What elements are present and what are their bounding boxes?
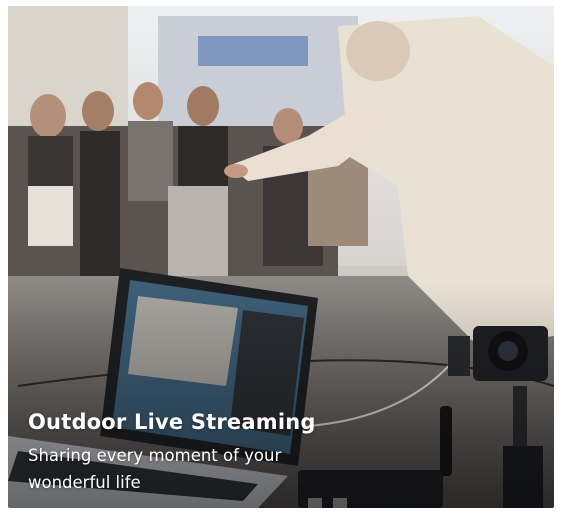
card-caption: Outdoor Live Streaming Sharing every mom… [28, 410, 348, 496]
feature-card: Outdoor Live Streaming Sharing every mom… [8, 6, 554, 508]
card-subtitle-line-2: wonderful life [28, 473, 141, 492]
card-subtitle: Sharing every moment of your wonderful l… [28, 442, 348, 496]
card-subtitle-line-1: Sharing every moment of your [28, 446, 282, 465]
card-title: Outdoor Live Streaming [28, 410, 316, 434]
